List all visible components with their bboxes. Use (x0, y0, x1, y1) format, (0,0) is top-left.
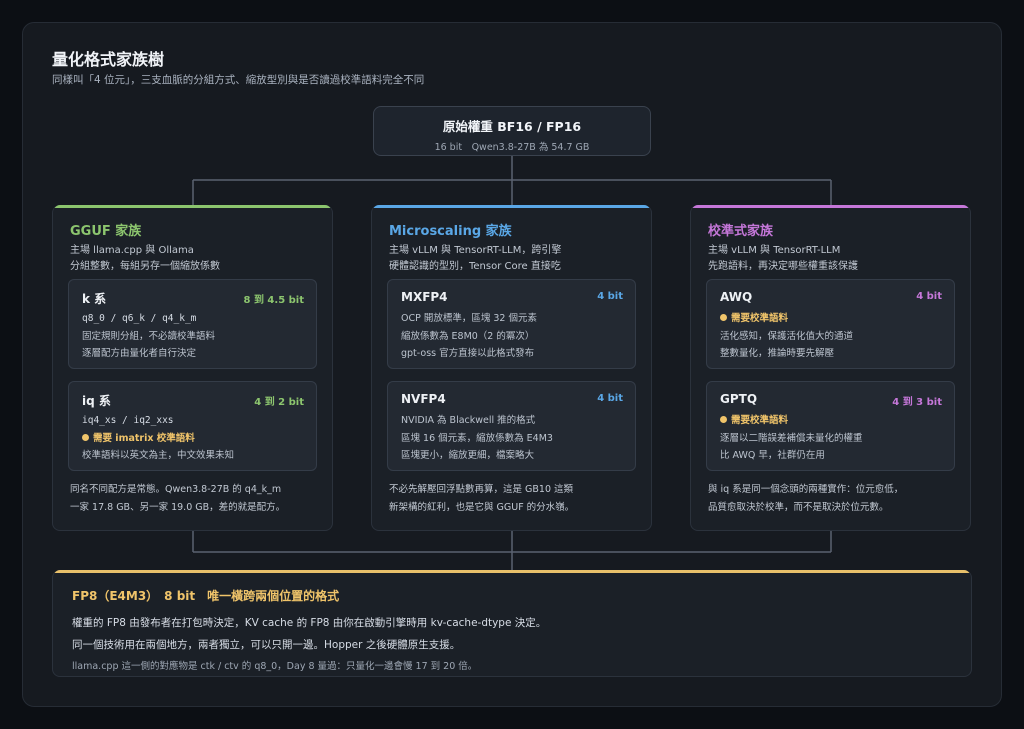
warning-dot-icon (720, 314, 727, 321)
connector-root-to-families (192, 156, 832, 206)
family-note: 同名不同配方是常態。Qwen3.8-27B 的 q4_k_m 一家 17.8 G… (70, 481, 320, 516)
family-desc-line: 主場 vLLM 與 TensorRT-LLM (708, 245, 841, 256)
subfamily-body: NVIDIA 為 Blackwell 推的格式 區塊 16 個元素，縮放係數為 … (401, 412, 625, 465)
root-subtitle: 16 bit Qwen3.8-27B 為 54.7 GB (434, 142, 590, 153)
note-line: 品質愈取決於校準，而不是取決於位元數。 (708, 501, 889, 513)
family-description: 主場 vLLM 與 TensorRT-LLM，跨引擎 硬體認識的型別，Tenso… (389, 243, 634, 275)
subfamily-name: MXFP4 (401, 290, 448, 304)
family-accent-bar (372, 205, 651, 208)
detail-line: 校準語料以英文為主，中文效果未知 (82, 450, 235, 461)
note-line: 不必先解壓回浮點數再算，這是 GB10 這類 (389, 484, 574, 495)
bit-range-badge: 4 bit (597, 291, 623, 302)
subfamily-body: 需要校準語料 活化感知，保護活化值大的通道 整數量化，推論時要先解壓 (720, 310, 944, 363)
family-microscaling: Microscaling 家族 主場 vLLM 與 TensorRT-LLM，跨… (371, 205, 652, 531)
calibration-warning: 需要校準語料 (720, 310, 944, 328)
family-description: 主場 vLLM 與 TensorRT-LLM 先跑語料，再決定哪些權重該保護 (708, 243, 953, 275)
subfamily-name: k 系 (82, 292, 107, 306)
detail-line: 比 AWQ 早，社群仍在用 (720, 450, 825, 461)
fp8-node: FP8（E4M3） 8 bit 唯一橫跨兩個位置的格式 權重的 FP8 由發布者… (52, 570, 972, 677)
bit-range-badge: 4 bit (916, 291, 942, 302)
detail-line: 逐層以二階誤差補償未量化的權重 (720, 432, 863, 444)
bit-range-badge: 4 到 3 bit (892, 397, 942, 408)
family-accent-bar (691, 205, 970, 208)
connector-families-to-fp8 (192, 531, 832, 570)
fp8-description-line: 權重的 FP8 由發布者在打包時決定，KV cache 的 FP8 由你在啟動引… (72, 617, 547, 629)
bit-range-badge: 8 到 4.5 bit (243, 295, 304, 306)
family-desc-line: 主場 llama.cpp 與 Ollama (70, 245, 194, 256)
detail-line: 區塊更小，縮放更細，檔案略大 (401, 450, 535, 461)
family-calibration: 校準式家族 主場 vLLM 與 TensorRT-LLM 先跑語料，再決定哪些權… (690, 205, 971, 531)
root-node: 原始權重 BF16 / FP16 16 bit Qwen3.8-27B 為 54… (373, 106, 651, 156)
fp8-description-line: 同一個技術用在兩個地方，兩者獨立，可以只開一邊。Hopper 之後硬體原生支援。 (72, 639, 461, 651)
detail-line: 固定規則分組，不必讀校準語料 (82, 330, 216, 342)
detail-line: 區塊 16 個元素，縮放係數為 E4M3 (401, 432, 553, 444)
family-note: 不必先解壓回浮點數再算，這是 GB10 這類 新架構的紅利，也是它與 GGUF … (389, 481, 639, 516)
calibration-warning: 需要校準語料 (720, 412, 944, 430)
family-desc-line: 主場 vLLM 與 TensorRT-LLM，跨引擎 (389, 245, 562, 256)
fp8-footnote: llama.cpp 這一側的對應物是 ctk / ctv 的 q8_0，Day … (72, 661, 478, 672)
detail-line: 整數量化，推論時要先解壓 (720, 348, 835, 359)
detail-line: NVIDIA 為 Blackwell 推的格式 (401, 415, 536, 426)
note-line: 一家 17.8 GB、另一家 19.0 GB，差的就是配方。 (70, 501, 286, 513)
subfamily-k: k 系 8 到 4.5 bit q8_0 / q6_k / q4_k_m 固定規… (68, 279, 317, 369)
subfamily-iq: iq 系 4 到 2 bit iq4_xs / iq2_xxs 需要 imatr… (68, 381, 317, 471)
format-list: iq4_xs / iq2_xxs (82, 415, 174, 426)
subfamily-gptq: GPTQ 4 到 3 bit 需要校準語料 逐層以二階誤差補償未量化的權重 比 … (706, 381, 955, 471)
subfamily-body: 需要校準語料 逐層以二階誤差補償未量化的權重 比 AWQ 早，社群仍在用 (720, 412, 944, 465)
note-line: 新架構的紅利，也是它與 GGUF 的分水嶺。 (389, 501, 575, 513)
subfamily-nvfp4: NVFP4 4 bit NVIDIA 為 Blackwell 推的格式 區塊 1… (387, 381, 636, 471)
calibration-warning: 需要 imatrix 校準語料 (82, 430, 306, 448)
subfamily-name: iq 系 (82, 394, 111, 408)
subfamily-body: q8_0 / q6_k / q4_k_m 固定規則分組，不必讀校準語料 逐層配方… (82, 310, 306, 363)
root-title: 原始權重 BF16 / FP16 (442, 119, 582, 134)
subfamily-awq: AWQ 4 bit 需要校準語料 活化感知，保護活化值大的通道 整數量化，推論時… (706, 279, 955, 369)
detail-line: 活化感知，保護活化值大的通道 (720, 330, 854, 342)
subfamily-body: iq4_xs / iq2_xxs 需要 imatrix 校準語料 校準語料以英文… (82, 412, 306, 465)
warning-text: 需要校準語料 (731, 415, 789, 426)
detail-line: 逐層配方由量化者自行決定 (82, 348, 197, 359)
subfamily-body: OCP 開放標準，區塊 32 個元素 縮放係數為 E8M0（2 的冪次） gpt… (401, 310, 625, 363)
family-title: Microscaling 家族 (389, 224, 512, 239)
family-title: GGUF 家族 (70, 224, 142, 239)
family-gguf: GGUF 家族 主場 llama.cpp 與 Ollama 分組整數，每組另存一… (52, 205, 333, 531)
family-title: 校準式家族 (708, 224, 774, 239)
subfamily-name: NVFP4 (401, 392, 446, 406)
detail-line: OCP 開放標準，區塊 32 個元素 (401, 313, 537, 324)
warning-dot-icon (82, 433, 89, 441)
note-line: 同名不同配方是常態。Qwen3.8-27B 的 q4_k_m (70, 484, 282, 495)
family-accent-bar (53, 205, 332, 208)
note-line: 與 iq 系是同一個念頭的兩種實作：位元愈低， (708, 484, 904, 495)
family-desc-line: 先跑語料，再決定哪些權重該保護 (708, 261, 858, 272)
bit-range-badge: 4 bit (597, 393, 623, 404)
subfamily-mxfp4: MXFP4 4 bit OCP 開放標準，區塊 32 個元素 縮放係數為 E8M… (387, 279, 636, 369)
format-list: q8_0 / q6_k / q4_k_m (82, 313, 197, 324)
bit-range-badge: 4 到 2 bit (254, 397, 304, 408)
subfamily-name: GPTQ (720, 392, 758, 406)
detail-line: gpt-oss 官方直接以此格式發布 (401, 348, 535, 359)
family-desc-line: 分組整數，每組另存一個縮放係數 (70, 261, 220, 272)
family-note: 與 iq 系是同一個念頭的兩種實作：位元愈低， 品質愈取決於校準，而不是取決於位… (708, 481, 958, 516)
detail-line: 縮放係數為 E8M0（2 的冪次） (401, 330, 535, 342)
subfamily-name: AWQ (720, 290, 753, 304)
warning-text: 需要校準語料 (731, 313, 789, 324)
warning-dot-icon (720, 416, 727, 423)
family-desc-line: 硬體認識的型別，Tensor Core 直接吃 (389, 261, 561, 272)
fp8-title: FP8（E4M3） 8 bit 唯一橫跨兩個位置的格式 (72, 589, 340, 603)
warning-text: 需要 imatrix 校準語料 (93, 432, 195, 444)
family-description: 主場 llama.cpp 與 Ollama 分組整數，每組另存一個縮放係數 (70, 243, 315, 275)
fp8-accent-bar (53, 570, 971, 573)
